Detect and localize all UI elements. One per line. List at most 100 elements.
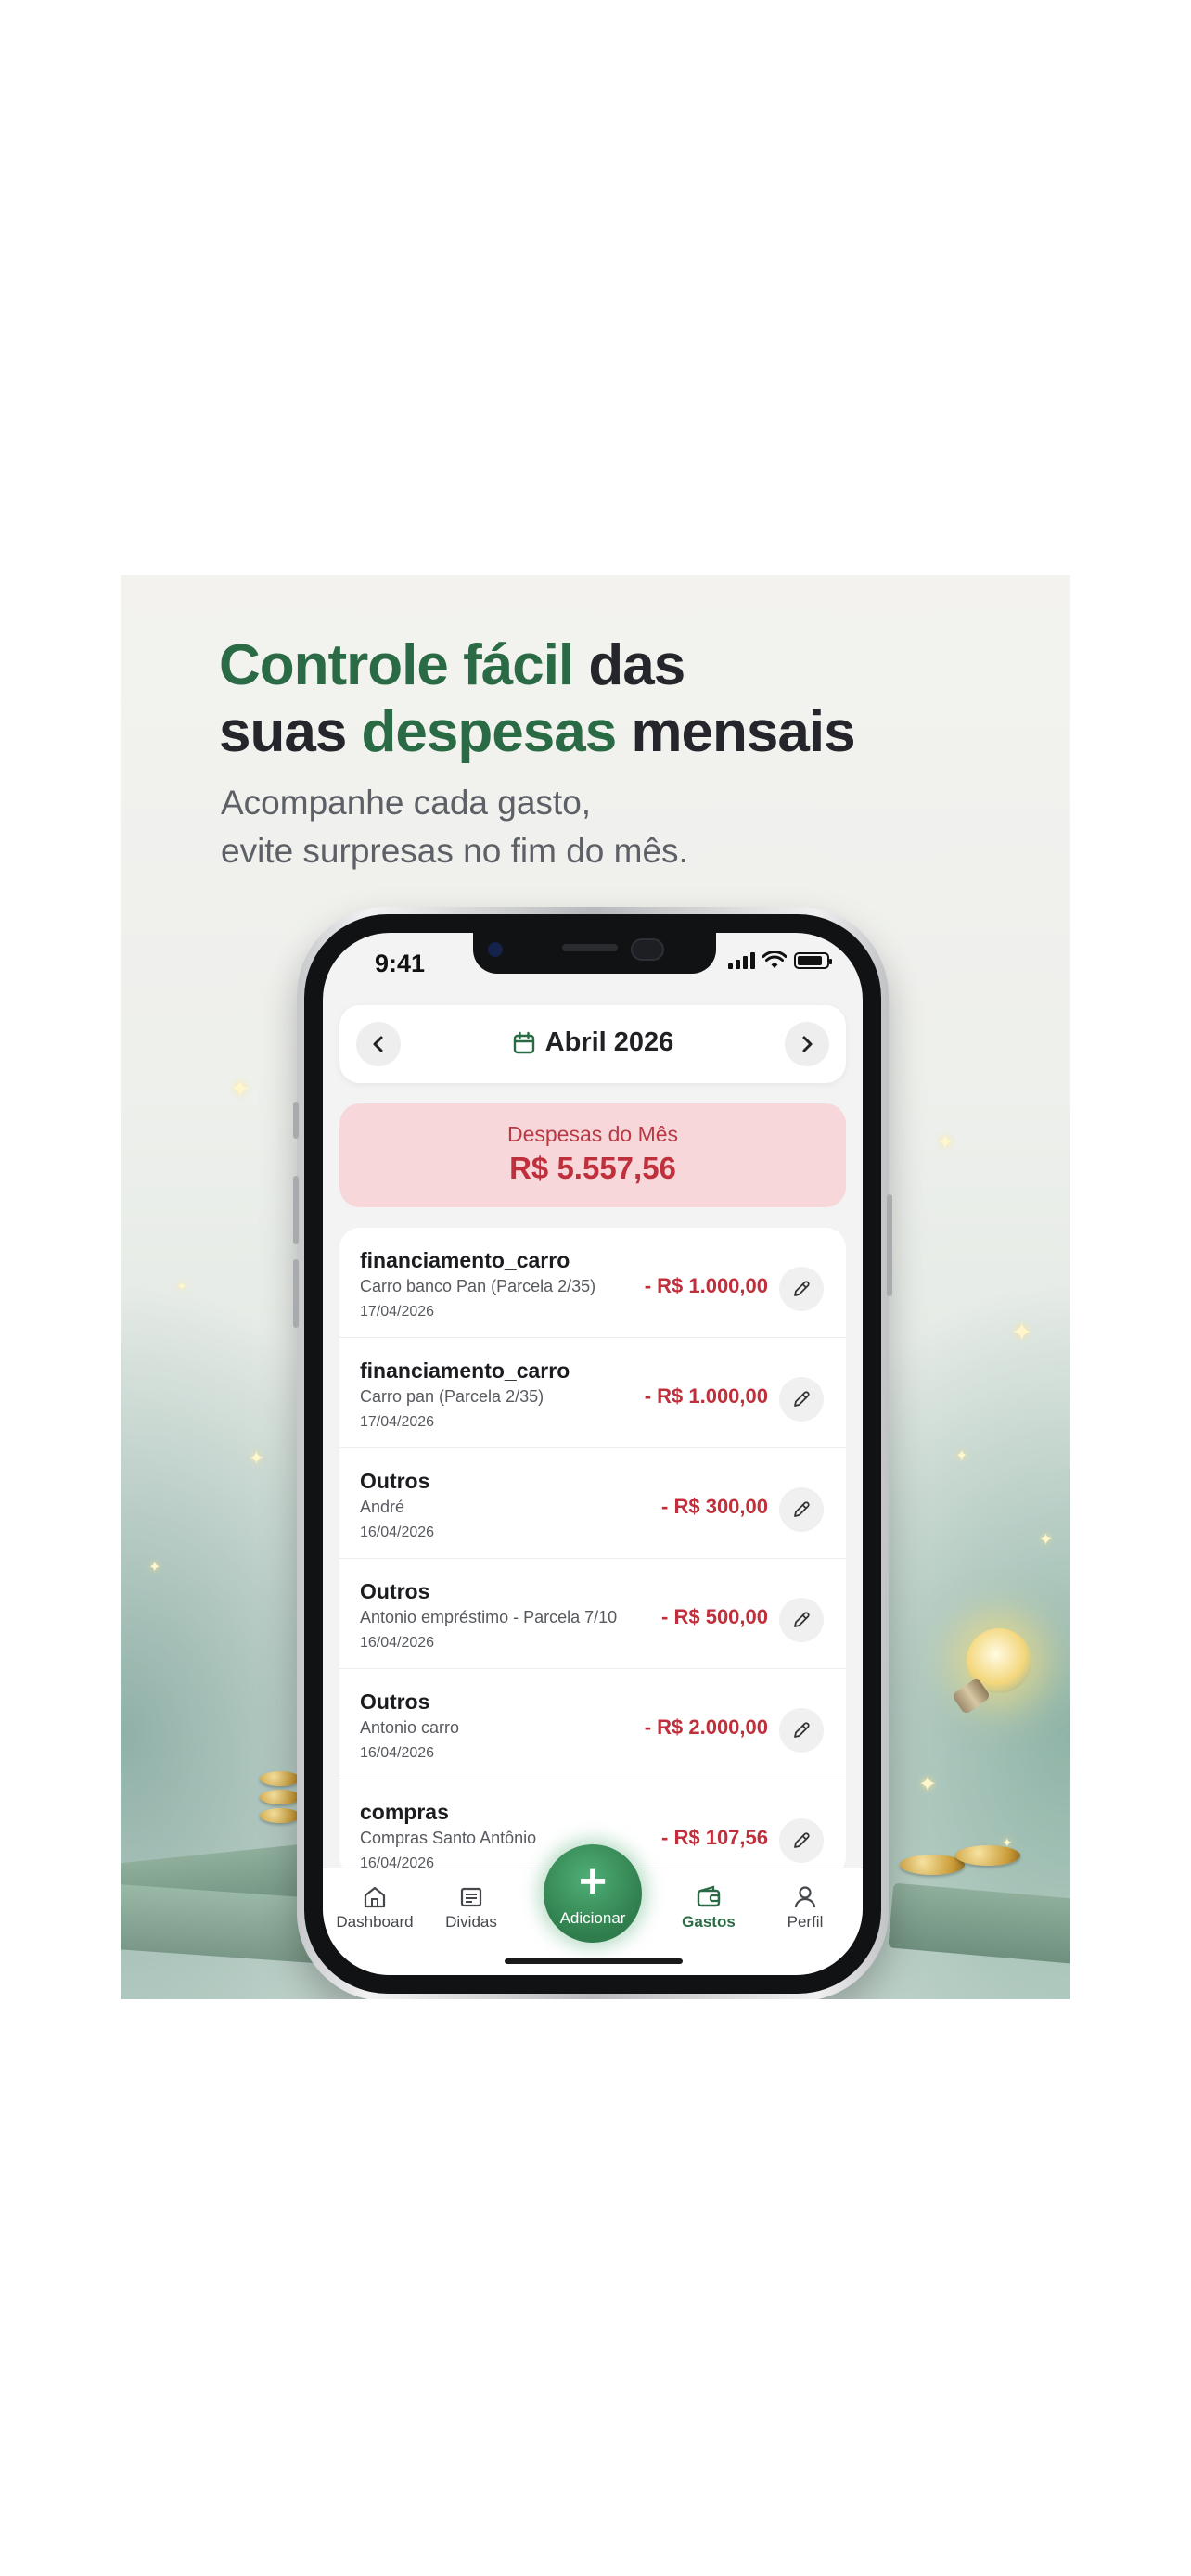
status-icons	[728, 951, 832, 970]
subheadline: Acompanhe cada gasto, evite surpresas no…	[221, 779, 688, 875]
summary-amount: R$ 5.557,56	[509, 1151, 676, 1185]
subheadline-line-1: Acompanhe cada gasto,	[221, 784, 592, 822]
expense-description: Antonio empréstimo - Parcela 7/10	[360, 1608, 618, 1626]
expense-category: financiamento_carro	[360, 1358, 570, 1383]
expense-date: 16/04/2026	[360, 1745, 435, 1761]
edit-expense-button[interactable]	[779, 1267, 824, 1311]
expense-row[interactable]: financiamento_carro Carro pan (Parcela 2…	[339, 1338, 846, 1448]
promo-poster: ✦ ✦ ✦ ✦ ✦ ✦ ✦ ✦ ✦ ✦ Controle fácil das s…	[121, 575, 1070, 1999]
chevron-right-icon	[802, 1036, 813, 1052]
add-button-label: Adicionar	[559, 1909, 626, 1927]
expense-amount: - R$ 2.000,00	[644, 1715, 768, 1739]
expense-amount: - R$ 107,56	[661, 1826, 768, 1849]
speaker-grille	[562, 944, 618, 951]
expense-category: Outros	[360, 1469, 430, 1493]
edit-expense-button[interactable]	[779, 1708, 824, 1753]
expense-row[interactable]: Outros André 16/04/2026 - R$ 300,00	[339, 1448, 846, 1559]
expense-description: Antonio carro	[360, 1718, 460, 1737]
pencil-icon	[794, 1501, 810, 1517]
expense-category: financiamento_carro	[360, 1248, 570, 1272]
summary-label: Despesas do Mês	[506, 1122, 679, 1146]
month-navigator: Abril 2026	[339, 1005, 846, 1083]
expense-row[interactable]: Outros Antonio empréstimo - Parcela 7/10…	[339, 1559, 846, 1669]
sparkle-decoration: ✦	[918, 1771, 938, 1797]
tab-label: Dividas	[445, 1913, 497, 1931]
month-title[interactable]: Abril 2026	[339, 1027, 846, 1058]
sparkle-decoration: ✦	[176, 1280, 187, 1294]
phone-side-button	[293, 1259, 299, 1328]
expense-date: 16/04/2026	[360, 1635, 435, 1651]
expense-amount: - R$ 300,00	[661, 1495, 768, 1518]
expense-description: André	[360, 1498, 405, 1516]
expense-category: compras	[360, 1800, 449, 1824]
money-stack-decoration	[888, 1882, 1070, 1966]
expense-category: Outros	[360, 1690, 430, 1714]
headline-dark-2b: mensais	[616, 700, 855, 764]
status-time: 9:41	[375, 950, 426, 977]
pencil-icon	[794, 1281, 810, 1296]
phone-notch	[473, 933, 716, 974]
edit-expense-button[interactable]	[779, 1818, 824, 1863]
sparkle-decoration: ✦	[249, 1447, 264, 1469]
plus-icon: +	[578, 1855, 608, 1908]
phone-side-button	[293, 1102, 299, 1139]
wallet-icon	[697, 1885, 721, 1907]
document-icon	[460, 1887, 482, 1907]
tab-gastos[interactable]: Gastos	[664, 1881, 753, 1932]
tab-dividas[interactable]: Dividas	[427, 1881, 516, 1932]
coin-decoration	[260, 1808, 301, 1823]
battery-icon	[794, 952, 832, 969]
expense-row[interactable]: financiamento_carro Carro banco Pan (Par…	[339, 1228, 846, 1338]
expense-description: Carro pan (Parcela 2/35)	[360, 1387, 544, 1406]
tab-dashboard[interactable]: Dashboard	[330, 1881, 419, 1932]
expense-amount: - R$ 1.000,00	[644, 1274, 768, 1297]
tab-perfil[interactable]: Perfil	[761, 1881, 850, 1932]
month-label: Abril 2026	[544, 1027, 674, 1057]
pencil-icon	[794, 1722, 810, 1738]
next-month-button[interactable]	[785, 1022, 829, 1066]
headline-green-1: Controle fácil	[219, 633, 574, 697]
wifi-icon	[762, 951, 787, 968]
expense-date: 17/04/2026	[360, 1414, 435, 1430]
subheadline-line-2: evite surpresas no fim do mês.	[221, 832, 688, 870]
headline-dark-1: das	[573, 633, 685, 697]
user-icon	[794, 1886, 816, 1908]
coin-decoration	[260, 1790, 301, 1804]
expense-amount: - R$ 1.000,00	[644, 1384, 768, 1408]
sparkle-decoration: ✦	[230, 1076, 250, 1103]
tab-label: Perfil	[787, 1913, 824, 1931]
sparkle-decoration: ✦	[1011, 1317, 1033, 1347]
expense-amount: - R$ 500,00	[661, 1605, 768, 1628]
pencil-icon	[794, 1612, 810, 1627]
phone-mockup: 9:41 Abril 2026 Despesas do Mês R$ 5.557…	[293, 907, 892, 1999]
pencil-icon	[794, 1832, 810, 1848]
expense-category: Outros	[360, 1579, 430, 1603]
coin-decoration	[955, 1845, 1020, 1866]
calendar-icon	[513, 1031, 534, 1053]
expense-date: 17/04/2026	[360, 1304, 435, 1320]
headline: Controle fácil das suas despesas mensais	[219, 632, 856, 766]
phone-side-button	[293, 1176, 299, 1244]
monthly-expenses-card: Despesas do Mês R$ 5.557,56	[339, 1103, 846, 1207]
expense-row[interactable]: Outros Antonio carro 16/04/2026 - R$ 2.0…	[339, 1669, 846, 1779]
sparkle-decoration: ✦	[1039, 1530, 1054, 1549]
tab-label: Dashboard	[336, 1913, 414, 1931]
coin-decoration	[900, 1855, 965, 1875]
pencil-icon	[794, 1391, 810, 1407]
tab-label: Gastos	[682, 1913, 736, 1931]
sparkle-decoration: ✦	[148, 1558, 161, 1575]
sparkle-decoration: ✦	[955, 1447, 968, 1464]
home-indicator	[505, 1958, 683, 1964]
app-screen: 9:41 Abril 2026 Despesas do Mês R$ 5.557…	[323, 933, 863, 1975]
signal-icon	[728, 952, 755, 969]
expense-list: financiamento_carro Carro banco Pan (Par…	[339, 1228, 846, 1877]
edit-expense-button[interactable]	[779, 1598, 824, 1642]
headline-dark-2a: suas	[219, 700, 362, 764]
add-expense-button[interactable]: + Adicionar	[544, 1844, 642, 1943]
phone-side-button	[887, 1194, 892, 1296]
edit-expense-button[interactable]	[779, 1377, 824, 1422]
bottom-tab-bar: Dashboard Dividas + Adicionar Gastos Per…	[323, 1844, 863, 1975]
sensor-icon	[631, 938, 664, 961]
edit-expense-button[interactable]	[779, 1487, 824, 1532]
coin-decoration	[260, 1771, 301, 1786]
